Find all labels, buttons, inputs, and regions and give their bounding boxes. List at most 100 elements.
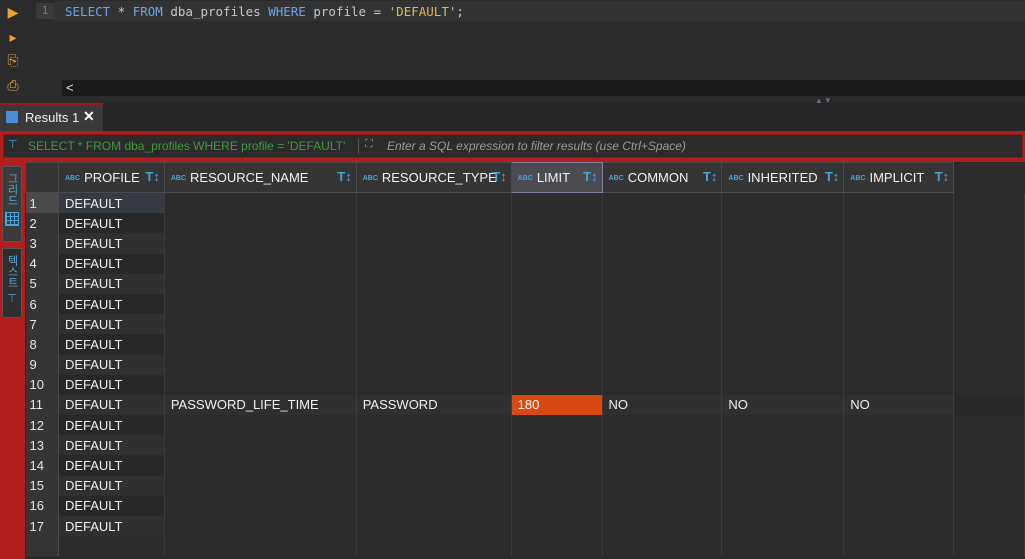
- cell-resource-name[interactable]: [164, 435, 357, 456]
- row-number[interactable]: 17: [25, 516, 59, 537]
- cell-limit[interactable]: [511, 253, 603, 274]
- cell-inherited[interactable]: [721, 455, 845, 476]
- execute-in-new-tab-icon[interactable]: ▸: [5, 29, 21, 45]
- column-header-common[interactable]: ABC COMMON T↕: [601, 162, 723, 193]
- cell-resource-type[interactable]: [356, 314, 512, 335]
- cell-implicit[interactable]: [843, 455, 955, 476]
- column-header-resource-type[interactable]: ABC RESOURCE_TYPE T↕: [355, 162, 512, 193]
- cell-resource-type[interactable]: [356, 435, 512, 456]
- table-row[interactable]: 14 DEFAULT: [25, 455, 1025, 476]
- cell-common[interactable]: [602, 415, 723, 436]
- cell-implicit[interactable]: [843, 495, 955, 516]
- cell-limit[interactable]: [511, 435, 603, 456]
- cell-limit[interactable]: [511, 192, 603, 214]
- filter-sort-icon[interactable]: T↕: [583, 169, 597, 184]
- cell-implicit[interactable]: [843, 192, 955, 214]
- cell-inherited[interactable]: [721, 415, 845, 436]
- row-number[interactable]: 4: [25, 253, 59, 274]
- cell-resource-type[interactable]: [356, 192, 512, 214]
- table-row[interactable]: 17 DEFAULT: [25, 516, 1025, 537]
- execute-script-new-tab-icon[interactable]: ⎙: [5, 77, 21, 93]
- cell-limit[interactable]: 180: [511, 394, 603, 416]
- cell-inherited[interactable]: [721, 314, 845, 335]
- cell-inherited[interactable]: [721, 273, 845, 294]
- cell-common[interactable]: [602, 516, 723, 537]
- row-number[interactable]: 5: [25, 273, 59, 294]
- execute-statement-icon[interactable]: ▶: [5, 4, 21, 20]
- column-header-implicit[interactable]: ABC IMPLICIT T↕: [843, 162, 955, 193]
- cell-resource-type[interactable]: [356, 293, 512, 315]
- cell-limit[interactable]: [511, 293, 603, 315]
- cell-common[interactable]: [602, 314, 723, 335]
- filter-sort-icon[interactable]: T↕: [825, 169, 839, 184]
- cell-resource-type[interactable]: [356, 475, 512, 496]
- cell-inherited[interactable]: [721, 192, 845, 214]
- cell-common[interactable]: [602, 495, 723, 516]
- cell-implicit[interactable]: [843, 374, 955, 395]
- cell-profile[interactable]: DEFAULT: [58, 495, 165, 516]
- cell-implicit[interactable]: [843, 253, 955, 274]
- cell-implicit[interactable]: [843, 273, 955, 294]
- cell-common[interactable]: [602, 435, 723, 456]
- row-number[interactable]: 16: [25, 495, 59, 516]
- cell-common[interactable]: NO: [602, 394, 723, 416]
- cell-resource-type[interactable]: [356, 415, 512, 436]
- cell-limit[interactable]: [511, 374, 603, 395]
- cell-inherited[interactable]: [721, 435, 845, 456]
- cell-resource-name[interactable]: [164, 233, 357, 254]
- filter-input[interactable]: ⊤ SELECT * FROM dba_profiles WHERE profi…: [3, 134, 1023, 158]
- cell-common[interactable]: [602, 475, 723, 496]
- cell-limit[interactable]: [511, 213, 603, 234]
- cell-limit[interactable]: [511, 516, 603, 537]
- column-header-resource-name[interactable]: ABC RESOURCE_NAME T↕: [163, 162, 357, 193]
- cell-profile[interactable]: DEFAULT: [58, 253, 165, 274]
- table-row[interactable]: 6 DEFAULT: [25, 293, 1025, 315]
- cell-profile[interactable]: DEFAULT: [58, 475, 165, 496]
- cell-resource-name[interactable]: [164, 374, 357, 395]
- cell-implicit[interactable]: [843, 475, 955, 496]
- cell-resource-name[interactable]: [164, 273, 357, 294]
- table-row[interactable]: 2 DEFAULT: [25, 213, 1025, 234]
- cell-resource-name[interactable]: [164, 475, 357, 496]
- row-number[interactable]: 14: [25, 455, 59, 476]
- execute-script-icon[interactable]: ⎘: [5, 52, 21, 68]
- filter-sort-icon[interactable]: T↕: [703, 169, 717, 184]
- table-row[interactable]: 1 DEFAULT: [25, 192, 1025, 214]
- cell-resource-name[interactable]: [164, 253, 357, 274]
- cell-implicit[interactable]: [843, 233, 955, 254]
- cell-limit[interactable]: [511, 475, 603, 496]
- row-number[interactable]: 9: [25, 354, 59, 375]
- row-number[interactable]: 10: [25, 374, 59, 395]
- table-row[interactable]: 16 DEFAULT: [25, 495, 1025, 516]
- cell-limit[interactable]: [511, 334, 603, 355]
- cell-profile[interactable]: DEFAULT: [58, 314, 165, 335]
- table-row[interactable]: 4 DEFAULT: [25, 253, 1025, 274]
- cell-inherited[interactable]: NO: [721, 394, 845, 416]
- text-view-button[interactable]: 텍스트 ⊤: [2, 248, 22, 318]
- close-icon[interactable]: ✕: [83, 108, 95, 125]
- cell-inherited[interactable]: [721, 516, 845, 537]
- cell-inherited[interactable]: [721, 233, 845, 254]
- filter-sort-icon[interactable]: T↕: [337, 169, 351, 184]
- grid-view-button[interactable]: 그리드: [2, 166, 22, 242]
- table-row[interactable]: 8 DEFAULT: [25, 334, 1025, 355]
- cell-inherited[interactable]: [721, 495, 845, 516]
- cell-limit[interactable]: [511, 455, 603, 476]
- cell-resource-name[interactable]: [164, 354, 357, 375]
- cell-profile[interactable]: DEFAULT: [58, 233, 165, 254]
- cell-profile[interactable]: DEFAULT: [58, 334, 165, 355]
- table-row[interactable]: 11 DEFAULT PASSWORD_LIFE_TIME PASSWORD 180 NO…: [25, 394, 1025, 416]
- cell-profile[interactable]: DEFAULT: [58, 213, 165, 234]
- row-number[interactable]: 8: [25, 334, 59, 355]
- cell-profile[interactable]: DEFAULT: [58, 374, 165, 395]
- row-number[interactable]: 13: [25, 435, 59, 456]
- row-number[interactable]: 15: [25, 475, 59, 496]
- cell-implicit[interactable]: [843, 314, 955, 335]
- cell-profile[interactable]: DEFAULT: [58, 293, 165, 315]
- table-row[interactable]: 5 DEFAULT: [25, 273, 1025, 294]
- cell-common[interactable]: [602, 273, 723, 294]
- expand-icon[interactable]: ⛶: [358, 138, 379, 154]
- row-number[interactable]: 2: [25, 213, 59, 234]
- cell-profile[interactable]: DEFAULT: [58, 435, 165, 456]
- cell-resource-name[interactable]: [164, 293, 357, 315]
